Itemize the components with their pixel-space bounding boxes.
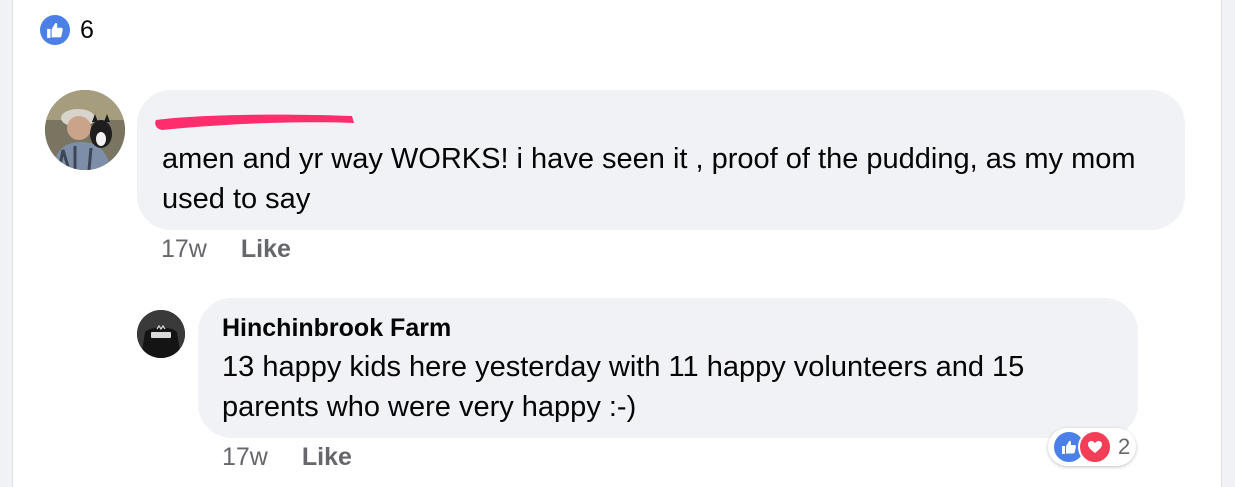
- like-button[interactable]: Like: [302, 443, 352, 472]
- reaction-count: 6: [80, 15, 94, 44]
- comment-actions: 17w Like: [161, 235, 291, 264]
- comment-author[interactable]: Hinchinbrook Farm: [222, 314, 451, 343]
- like-icon: [40, 15, 70, 45]
- avatar[interactable]: [45, 90, 125, 170]
- comment-timestamp[interactable]: 17w: [161, 235, 207, 264]
- redacted-author-name: [152, 110, 357, 132]
- comment-reactions[interactable]: 2: [1048, 428, 1137, 466]
- avatar[interactable]: [137, 310, 185, 358]
- comment-actions: 17w Like: [222, 443, 352, 472]
- like-button[interactable]: Like: [241, 235, 291, 264]
- comment-text: 13 happy kids here yesterday with 11 hap…: [222, 351, 1025, 423]
- reaction-count: 2: [1118, 434, 1131, 459]
- comment-text: amen and yr way WORKS! i have seen it , …: [162, 143, 1136, 215]
- love-icon: [1078, 430, 1112, 464]
- reaction-summary[interactable]: 6: [40, 14, 94, 46]
- comment-timestamp[interactable]: 17w: [222, 443, 268, 472]
